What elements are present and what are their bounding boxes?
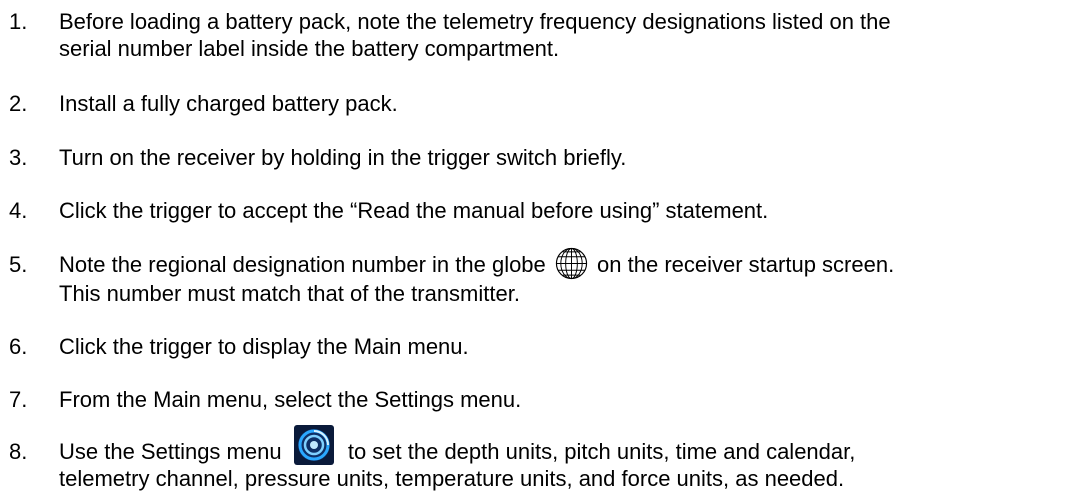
step-text-segment: on the receiver startup screen. bbox=[597, 252, 895, 277]
step-text-line: Note the regional designation number in … bbox=[59, 247, 1079, 280]
step-number: 2. bbox=[9, 91, 28, 116]
step-text: Note the regional designation number in … bbox=[59, 247, 1079, 307]
step-text-line: telemetry channel, pressure units, tempe… bbox=[59, 466, 845, 492]
step-text-segment: Use the Settings menu bbox=[59, 439, 282, 464]
step-text: Click the trigger to display the Main me… bbox=[59, 333, 1079, 360]
step-number: 3. bbox=[9, 145, 28, 170]
step-text: Before loading a battery pack, note the … bbox=[59, 8, 1079, 62]
step-text-line: Turn on the receiver by holding in the t… bbox=[59, 145, 627, 170]
step-text-line: Use the Settings menu to set the depth u… bbox=[59, 425, 1079, 466]
step-text-line: This number must match that of the trans… bbox=[59, 280, 520, 306]
settings-icon bbox=[293, 425, 334, 466]
globe-icon bbox=[555, 247, 588, 279]
step-number: 4. bbox=[9, 198, 28, 223]
step-text-line: Before loading a battery pack, note the … bbox=[59, 9, 891, 34]
step-text-line: Install a fully charged battery pack. bbox=[59, 91, 398, 116]
step-number: 7. bbox=[9, 387, 28, 412]
step-text: From the Main menu, select the Settings … bbox=[59, 386, 1079, 413]
step-text: Install a fully charged battery pack. bbox=[59, 90, 1079, 117]
step-text: Use the Settings menu to set the depth u… bbox=[59, 425, 1079, 492]
step-text: Turn on the receiver by holding in the t… bbox=[59, 144, 1079, 171]
step-text-line: serial number label inside the battery c… bbox=[59, 36, 560, 61]
step-text-line: From the Main menu, select the Settings … bbox=[59, 387, 522, 412]
step-text-line: Click the trigger to display the Main me… bbox=[59, 334, 469, 359]
step-number: 8. bbox=[9, 439, 28, 464]
step-text-line: Click the trigger to accept the “Read th… bbox=[59, 198, 769, 223]
step-number: 5. bbox=[9, 252, 28, 277]
step-number: 6. bbox=[9, 334, 28, 359]
step-number: 1. bbox=[9, 9, 28, 34]
step-text: Click the trigger to accept the “Read th… bbox=[59, 197, 1079, 224]
step-text-segment: Note the regional designation number in … bbox=[59, 252, 546, 277]
step-text-segment: to set the depth units, pitch units, tim… bbox=[347, 439, 856, 464]
